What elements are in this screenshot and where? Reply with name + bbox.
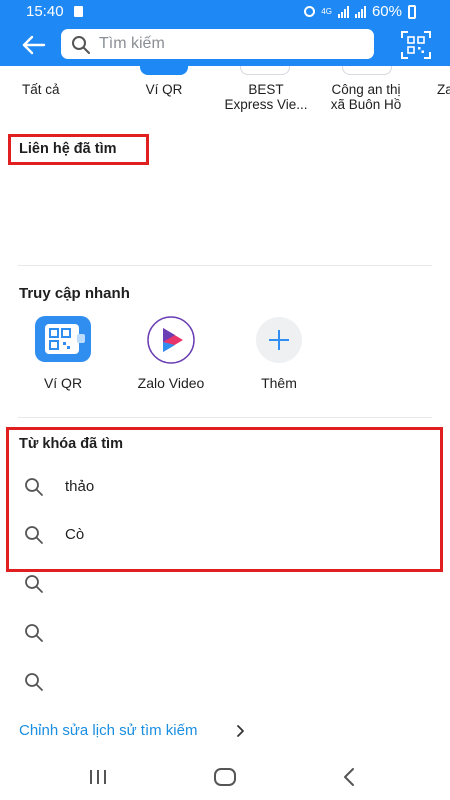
back-nav-icon[interactable] [342, 767, 356, 787]
system-nav-bar [0, 755, 450, 800]
tab-label: Tất cả [22, 82, 60, 97]
status-time: 15:40 [26, 3, 64, 20]
tab-icon-stub [240, 66, 290, 75]
tab-za[interactable]: Za [437, 82, 450, 97]
divider [18, 265, 432, 266]
zalo-video-icon [143, 316, 199, 364]
search-icon [72, 36, 90, 54]
quick-item-label: Ví QR [43, 375, 83, 391]
keyword-item[interactable] [20, 669, 420, 695]
category-tabs: Tất cả Ví QR BEST Express Vie... Công an… [0, 66, 450, 124]
keyword-text: Cò [65, 526, 85, 543]
battery-percent: 60% [371, 3, 402, 20]
quick-item-label: Zalo Video [137, 375, 205, 391]
divider [18, 417, 432, 418]
tab-label: Ví QR [145, 82, 183, 97]
home-icon[interactable] [213, 767, 237, 787]
network-type: 4G [321, 6, 332, 16]
signal-icon-2 [354, 5, 366, 18]
qr-wallet-icon [35, 316, 91, 364]
keyword-item[interactable] [20, 571, 420, 597]
tab-icon-stub [342, 66, 392, 75]
back-button[interactable] [20, 31, 48, 59]
search-icon [25, 673, 43, 691]
chevron-right-icon[interactable] [236, 722, 246, 740]
tab-label: Za [437, 82, 450, 97]
tab-label: BEST Express Vie... [224, 82, 308, 112]
search-icon [25, 575, 43, 593]
plus-icon [251, 316, 307, 364]
search-header: Tìm kiếm [0, 24, 450, 66]
keyword-item[interactable] [20, 620, 420, 646]
search-input[interactable]: Tìm kiếm [61, 29, 374, 59]
tab-best-express[interactable]: BEST Express Vie... [214, 82, 318, 112]
quick-item-vi-qr[interactable]: Ví QR [18, 316, 108, 391]
recent-apps-icon[interactable] [88, 768, 108, 786]
edit-search-history-link[interactable]: Chỉnh sửa lịch sử tìm kiếm [19, 722, 197, 739]
tab-all[interactable]: Tất cả [22, 82, 102, 97]
status-bar: 15:40 4G 60% [0, 0, 450, 24]
search-placeholder: Tìm kiếm [99, 35, 165, 52]
tab-cong-an[interactable]: Công an thị xã Buôn Hồ [320, 82, 412, 112]
keywords-section-title: Từ khóa đã tìm [19, 436, 123, 452]
quick-item-add[interactable]: Thêm [234, 316, 324, 391]
qr-scan-button[interactable] [400, 30, 432, 60]
keyword-item[interactable]: Cò [20, 522, 420, 548]
search-icon [25, 624, 43, 642]
search-icon [25, 478, 43, 496]
tab-label: Công an thị xã Buôn Hồ [330, 82, 402, 112]
contacts-section-title: Liên hệ đã tìm [19, 141, 117, 157]
alarm-icon [304, 6, 316, 17]
keyword-text: thảo [65, 478, 95, 495]
tab-indicator [140, 66, 188, 75]
status-icons: 4G 60% [304, 3, 416, 20]
battery-icon [408, 4, 416, 19]
back-arrow-icon [22, 35, 46, 55]
quick-access-title: Truy cập nhanh [19, 285, 130, 302]
search-icon [25, 526, 43, 544]
keyword-item[interactable]: thảo [20, 474, 420, 500]
qr-scan-icon [401, 31, 431, 59]
signal-icon [337, 5, 349, 18]
sim-card-icon [74, 6, 83, 17]
tab-vi-qr[interactable]: Ví QR [124, 82, 204, 97]
quick-item-label: Thêm [261, 375, 297, 391]
quick-item-zalo-video[interactable]: Zalo Video [126, 316, 216, 391]
